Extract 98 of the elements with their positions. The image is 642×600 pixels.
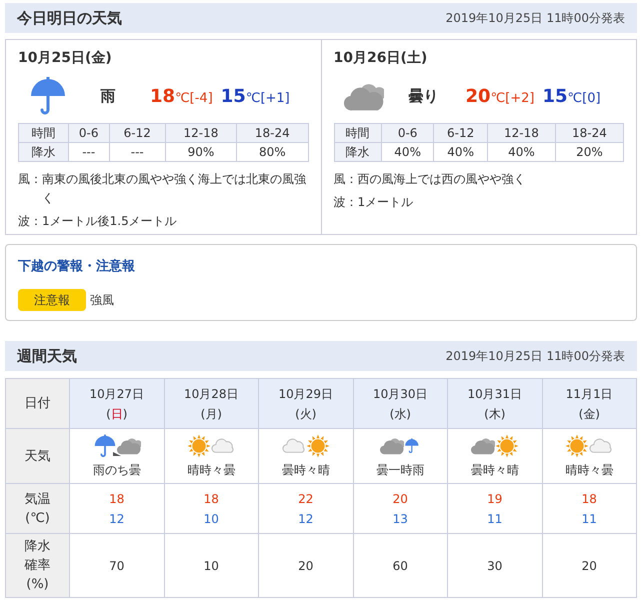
sun-icon	[306, 434, 330, 458]
table-header-cell: 12-18	[165, 124, 237, 142]
high-temp-diff: ℃[-4]	[175, 90, 213, 108]
wave-label: 波：	[18, 213, 42, 230]
weather-text: 曇り	[408, 86, 440, 107]
row-label: 確率	[24, 558, 50, 573]
high-temp: 20	[466, 84, 491, 108]
wind-text: 南東の風後北東の風やや強く海上では北東の風強く	[42, 171, 307, 207]
table-header-cell: 18-24	[555, 124, 624, 142]
low-temp: 10	[202, 510, 220, 528]
row-label: (℃)	[25, 510, 50, 526]
date-cell: 10月30日 (水)	[353, 378, 448, 428]
warning-text: 強風	[90, 292, 114, 308]
wave-label: 波：	[334, 194, 358, 211]
table-cell: 90%	[165, 142, 237, 162]
low-temp-diff: ℃[0]	[568, 90, 601, 108]
high-temp: 18	[580, 490, 598, 508]
low-temp: 11	[580, 510, 598, 528]
table-header-cell: 6-12	[434, 124, 488, 142]
table-header-cell: 0-6	[68, 124, 110, 142]
high-temp: 19	[486, 490, 504, 508]
high-temp: 18	[108, 490, 126, 508]
cloud-icon	[211, 436, 236, 456]
table-cell: 20	[258, 534, 353, 598]
table-header-cell: 時間	[18, 124, 68, 142]
row-label: (%)	[26, 577, 49, 592]
table-cell: 降水	[334, 142, 382, 162]
table-cell: 40%	[487, 142, 556, 162]
table-header-cell: 時間	[334, 124, 382, 142]
weather-text: 晴時々曇	[186, 462, 236, 478]
table-cell: 70	[70, 534, 164, 598]
issued-time: 2019年10月25日 11時00分発表	[446, 10, 625, 27]
warning-title: 下越の警報・注意報	[18, 258, 136, 276]
sun-icon	[187, 434, 212, 458]
advisory-badge: 注意報	[18, 288, 86, 310]
wind-label: 風：	[18, 171, 42, 188]
table-cell: 10	[164, 534, 258, 598]
low-temp: 12	[297, 510, 314, 528]
cloud-icon	[470, 436, 495, 456]
high-temp: 18	[150, 84, 176, 108]
date-cell: 10月31日 (木)	[448, 378, 542, 428]
sun-icon	[565, 434, 590, 458]
high-temp: 18	[202, 490, 220, 508]
issued-time: 2019年10月25日 11時00分発表	[446, 348, 625, 365]
table-cell: 60	[353, 534, 448, 598]
date-heading: 10月26日(土)	[334, 49, 428, 68]
section-title: 今日明日の天気	[17, 8, 122, 29]
section-title: 週間天気	[17, 346, 77, 367]
table-cell: 80%	[236, 142, 308, 162]
cloud-icon	[282, 436, 306, 456]
cloud-icon	[116, 436, 141, 456]
table-cell: 20	[542, 534, 636, 598]
table-cell: 降水	[18, 142, 68, 162]
low-temp: 13	[392, 510, 409, 528]
table-header-cell: 18-24	[236, 124, 308, 142]
row-label: 気温	[24, 492, 50, 506]
umbrella-icon	[92, 434, 117, 458]
cloud-icon	[380, 436, 404, 456]
weather-text: 雨	[100, 86, 116, 107]
table-cell: ---	[68, 142, 110, 162]
wind-label: 風：	[334, 171, 358, 188]
cloud-icon	[589, 436, 614, 456]
date-heading: 10月25日(金)	[18, 49, 113, 68]
umbrella-icon	[404, 438, 420, 454]
weather-text: 晴時々曇	[564, 462, 614, 478]
low-temp: 15	[542, 84, 568, 108]
table-header-cell: 0-6	[381, 124, 434, 142]
high-temp-diff: ℃[+2]	[490, 90, 534, 108]
low-temp: 15	[220, 84, 246, 108]
table-cell: 40%	[434, 142, 488, 162]
wind-text: 西の風海上では西の風やや強く	[358, 171, 526, 188]
table-cell: 30	[448, 534, 542, 598]
high-temp: 22	[297, 490, 314, 508]
table-cell: ---	[109, 142, 166, 162]
date-cell: 11月1日 (金)	[542, 378, 636, 428]
umbrella-icon	[28, 76, 68, 116]
table-header-cell: 12-18	[487, 124, 556, 142]
table-cell: 40%	[381, 142, 434, 162]
table-cell: 20%	[555, 142, 624, 162]
low-temp: 12	[108, 510, 126, 528]
row-label: 降水	[24, 539, 50, 554]
high-temp: 20	[392, 490, 409, 508]
weather-text: 曇時々晴	[280, 462, 331, 478]
weather-text: 雨のち曇	[92, 462, 142, 478]
date-cell: 10月28日 (月)	[164, 378, 258, 428]
weather-text: 曇時々晴	[470, 462, 520, 478]
arrow-icon	[112, 450, 121, 458]
wave-text: 1メートル	[358, 194, 414, 211]
row-label: 日付	[24, 396, 50, 411]
date-cell: 10月29日 (火)	[258, 378, 353, 428]
date-cell: 10月27日 (日)	[70, 378, 164, 428]
weather-text: 曇一時雨	[375, 462, 426, 478]
sun-icon	[494, 434, 519, 458]
row-label: 天気	[24, 448, 50, 464]
wave-text: 1メートル後1.5メートル	[42, 213, 177, 230]
table-header-cell: 6-12	[109, 124, 166, 142]
low-temp-diff: ℃[+1]	[246, 90, 290, 108]
low-temp: 11	[486, 510, 504, 528]
